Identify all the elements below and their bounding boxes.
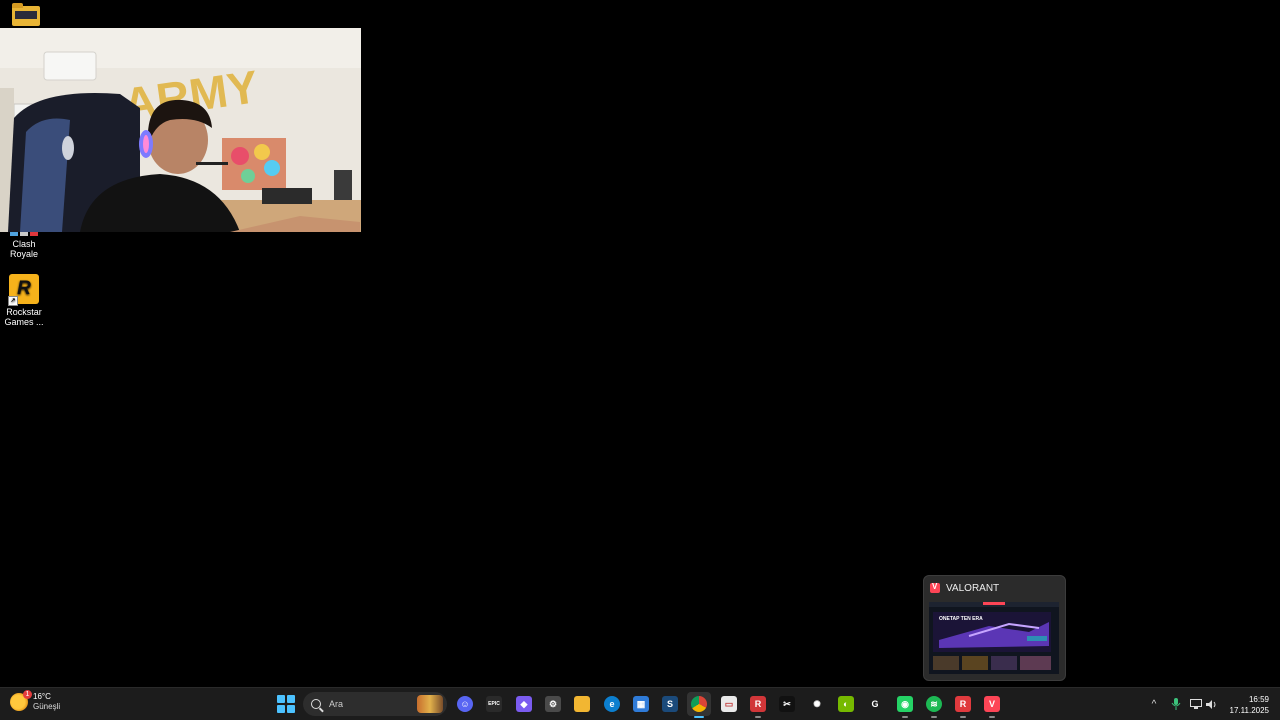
clock-time: 16:59: [1248, 695, 1269, 704]
search-icon: [311, 699, 321, 709]
search-highlight-image: [417, 695, 443, 713]
discord-icon: ☺: [457, 696, 473, 712]
weather-widget[interactable]: 1 16°C Güneşli: [10, 690, 61, 712]
folder-icon: [12, 3, 40, 26]
preview-title: VALORANT: [946, 582, 1000, 594]
settings-icon: ⚙: [545, 696, 561, 712]
nvidia-icon: ◐: [838, 696, 854, 712]
taskbar-search[interactable]: Ara: [303, 692, 447, 716]
start-button[interactable]: [277, 695, 295, 713]
weather-temperature: 16°C: [33, 692, 51, 701]
riot-games-icon: R: [955, 696, 971, 712]
notification-badge: 1: [23, 690, 32, 699]
windows-logo-icon: [277, 695, 285, 704]
desktop-icon-rockstar-games[interactable]: R ↗ Rockstar Games ...: [0, 274, 50, 327]
taskbar-app-riot-games[interactable]: R: [951, 692, 975, 718]
search-placeholder: Ara: [329, 699, 344, 709]
epic-games-icon: EPIC: [486, 696, 502, 712]
taskbar-app-file-explorer[interactable]: [570, 692, 594, 716]
sun-icon: 1: [10, 690, 32, 711]
taskbar-app-riot-client[interactable]: R: [746, 692, 770, 718]
steam-icon: S: [662, 696, 678, 712]
taskbar-app-chrome[interactable]: [687, 692, 711, 718]
desktop-folder-icon[interactable]: [0, 3, 52, 29]
taskbar-app-discord[interactable]: ☺: [453, 692, 477, 716]
taskbar-app-app-white[interactable]: ▭: [717, 692, 741, 716]
desktop-icon-label: Clash Royale: [9, 239, 38, 259]
microsoft-store-icon: ▦: [633, 696, 649, 712]
taskbar-app-valorant[interactable]: V: [980, 692, 1004, 718]
webcam-overlay: ARMY: [0, 28, 361, 232]
taskbar-app-chatgpt[interactable]: ✺: [805, 692, 829, 716]
whatsapp-business-icon: ◉: [897, 696, 913, 712]
file-explorer-icon: [574, 696, 590, 712]
riot-client-icon: R: [750, 696, 766, 712]
edge-icon: e: [604, 696, 620, 712]
taskbar: 1 16°C Güneşli Ara ☺ EPIC ◆ ⚙ e ▦ S ▭ R ✂ ✺ ◐ G ◉ ≋ R V …: [0, 687, 1280, 720]
thumbnail-banner-text: ONETAP TEN ERA: [939, 616, 983, 622]
valorant-icon: V: [984, 696, 1000, 712]
taskbar-app-capcut[interactable]: ✂: [775, 692, 799, 716]
weather-condition: Güneşli: [33, 702, 61, 711]
clock[interactable]: 16:59 17.11.2025: [1230, 694, 1269, 716]
capcut-icon: ✂: [779, 696, 795, 712]
shortcut-arrow-icon: ↗: [8, 296, 18, 306]
taskbar-app-spotify[interactable]: ≋: [922, 692, 946, 718]
logitech-g-icon: G: [867, 696, 883, 712]
network-icon[interactable]: [1189, 697, 1203, 711]
desktop-icon-label: Rockstar Games ...: [4, 307, 44, 327]
taskbar-app-settings[interactable]: ⚙: [541, 692, 565, 716]
chatgpt-icon: ✺: [809, 696, 825, 712]
rockstar-games-icon: R ↗: [8, 274, 39, 306]
taskbar-app-copilot[interactable]: ◆: [512, 692, 536, 716]
show-hidden-icons-chevron[interactable]: ^: [1147, 697, 1161, 711]
volume-icon[interactable]: [1205, 697, 1219, 711]
taskbar-app-epic-games[interactable]: EPIC: [482, 692, 506, 716]
spotify-icon: ≋: [926, 696, 942, 712]
valorant-icon: [930, 582, 940, 593]
taskbar-app-steam[interactable]: S: [658, 692, 682, 716]
chrome-icon: [691, 696, 707, 712]
copilot-icon: ◆: [516, 696, 532, 712]
taskbar-app-whatsapp-business[interactable]: ◉: [893, 692, 917, 718]
taskbar-window-preview[interactable]: VALORANT ONETAP TEN ERA: [923, 575, 1066, 681]
taskbar-app-logitech-g[interactable]: G: [863, 692, 887, 716]
taskbar-app-microsoft-store[interactable]: ▦: [629, 692, 653, 716]
microphone-icon[interactable]: [1169, 697, 1183, 711]
desktop-icon-clash-royale[interactable]: Clash Royale: [0, 229, 50, 259]
preview-thumbnail[interactable]: ONETAP TEN ERA: [929, 602, 1059, 674]
rockstar-logo-glyph: R: [17, 278, 31, 299]
taskbar-app-nvidia[interactable]: ◐: [834, 692, 858, 716]
app-white-icon: ▭: [721, 696, 737, 712]
taskbar-app-edge[interactable]: e: [600, 692, 624, 716]
clock-date: 17.11.2025: [1229, 706, 1269, 715]
